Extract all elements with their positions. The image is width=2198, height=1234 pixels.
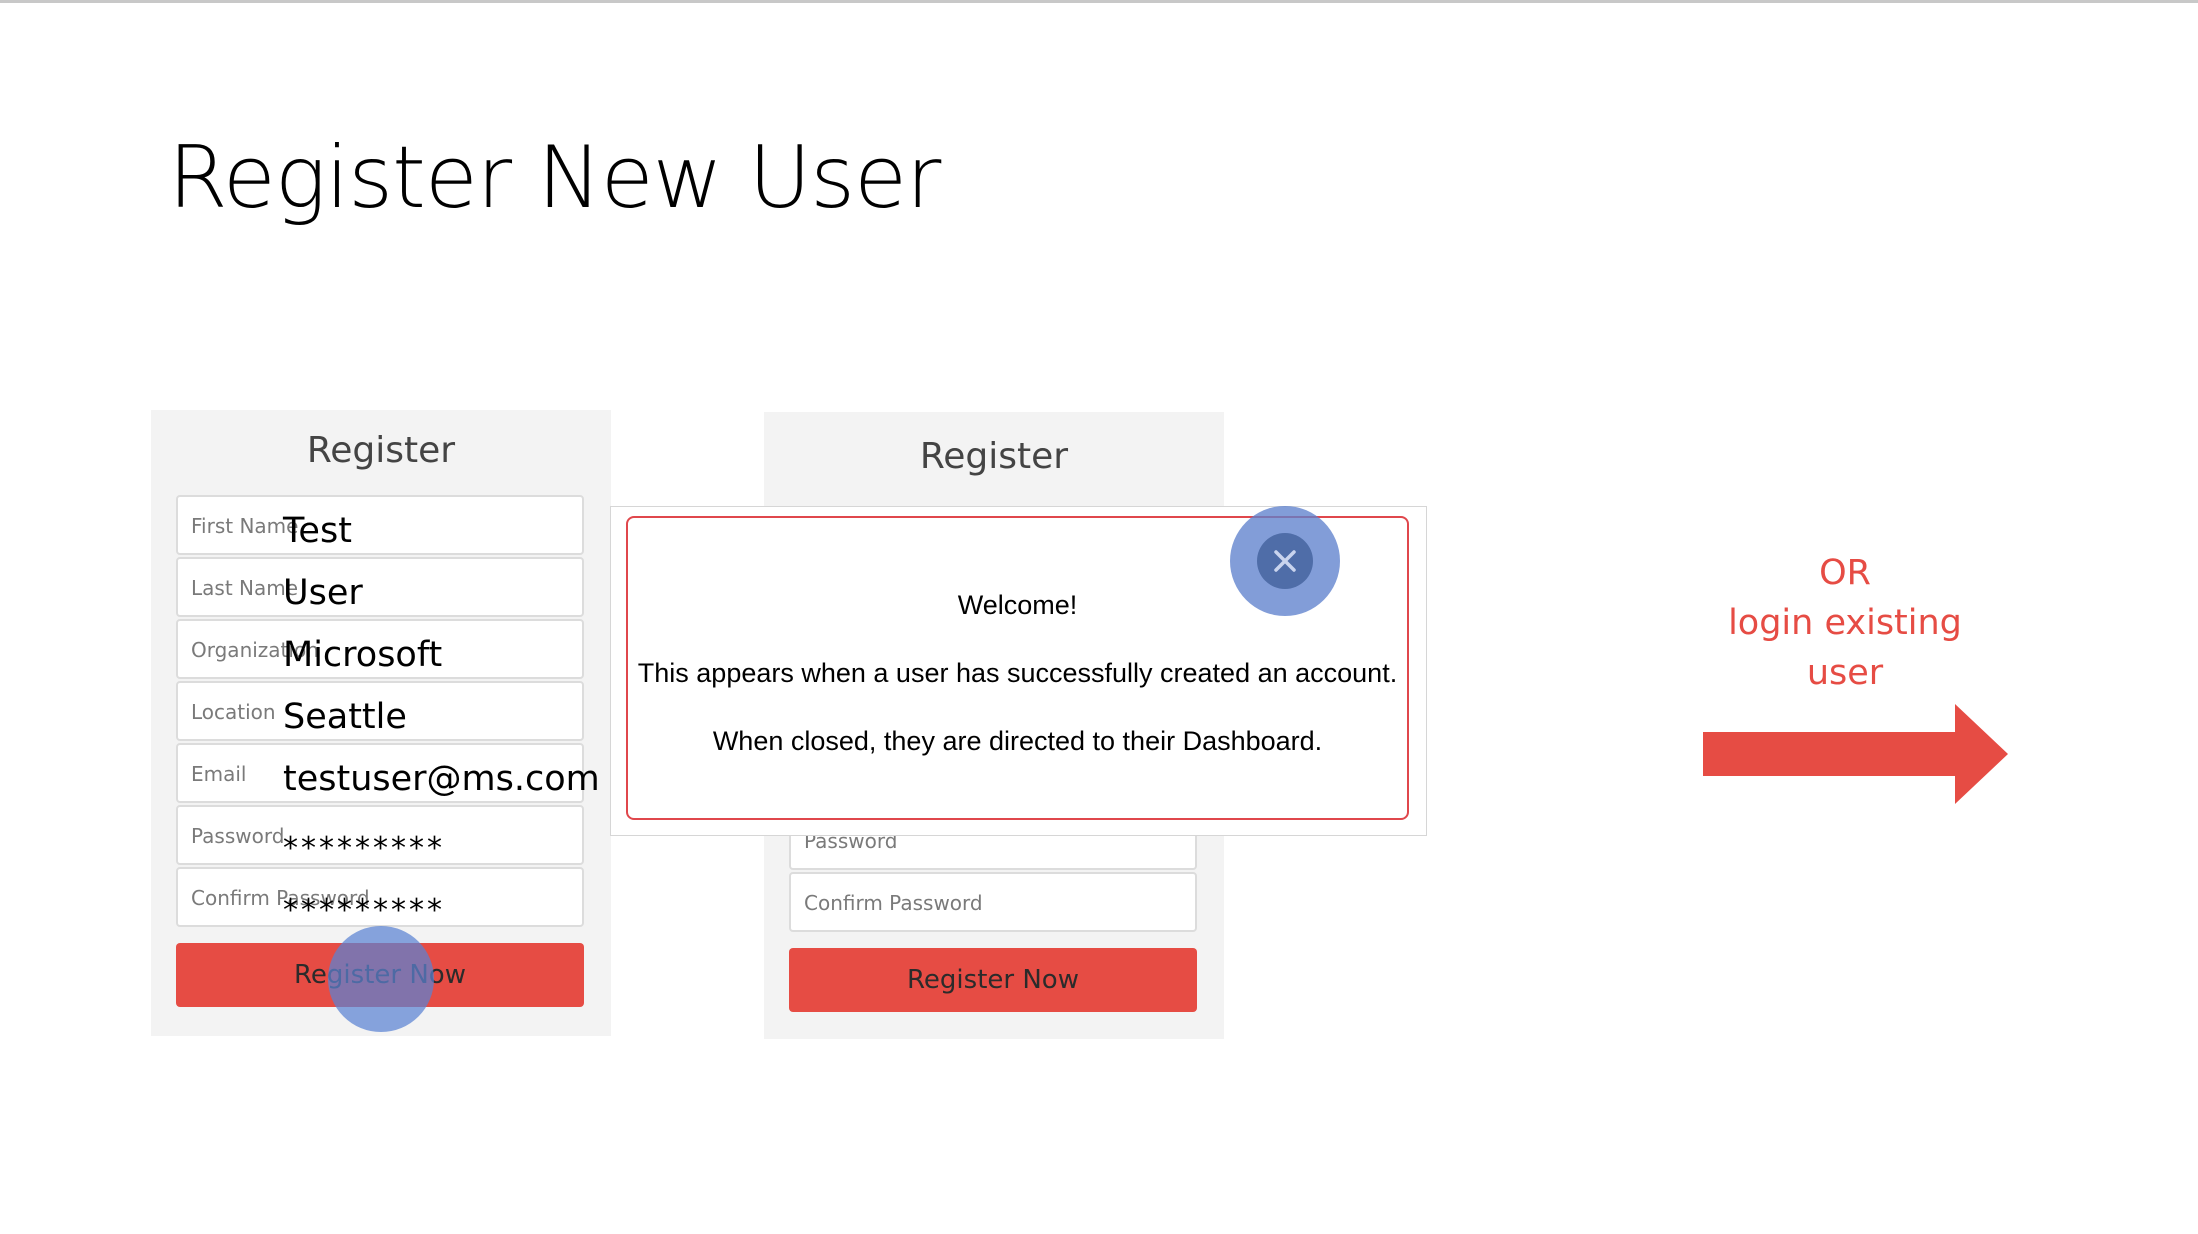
field-value: User: [283, 573, 363, 613]
top-rule: [0, 0, 2198, 3]
close-button[interactable]: [1230, 506, 1340, 616]
field-value: Test: [283, 511, 352, 551]
password-field[interactable]: Password *********: [176, 805, 584, 866]
field-value: *********: [283, 893, 445, 928]
field-value: testuser@ms.com: [283, 759, 600, 799]
email-field[interactable]: Email testuser@ms.com: [176, 743, 600, 803]
field-value: *********: [283, 831, 445, 866]
click-indicator: [328, 926, 434, 1032]
location-field[interactable]: Location Seattle: [176, 681, 584, 741]
organization-field[interactable]: Organization Microsoft: [176, 619, 584, 679]
panel-heading: Register: [306, 430, 456, 471]
last-name-field[interactable]: Last Name User: [176, 557, 584, 617]
confirm-password-field[interactable]: Confirm Password: [789, 872, 1197, 932]
side-note-or: OR: [1819, 553, 1871, 593]
modal-message: This appears when a user has successfull…: [637, 658, 1398, 688]
slide-title: Register New User: [168, 128, 941, 228]
field-label: Last Name: [191, 576, 299, 600]
confirm-password-field[interactable]: Confirm Password *********: [176, 867, 584, 928]
close-icon: [1257, 533, 1313, 589]
field-label: Email: [191, 762, 247, 786]
panel-heading: Register: [919, 436, 1069, 477]
field-value: Microsoft: [283, 635, 443, 675]
field-value: Seattle: [283, 697, 407, 737]
side-note: OR login existing user: [1680, 548, 2010, 698]
side-note-line: user: [1806, 653, 1884, 693]
field-label: Password: [191, 824, 285, 848]
modal-message-secondary: When closed, they are directed to their …: [712, 726, 1323, 756]
field-label: Confirm Password: [804, 891, 983, 915]
first-name-field[interactable]: First Name Test: [176, 495, 584, 555]
register-now-button[interactable]: Register Now: [789, 948, 1197, 1012]
field-label: Location: [191, 700, 276, 724]
side-note-line: login existing: [1728, 603, 1962, 643]
right-arrow-icon: [1703, 704, 2008, 804]
